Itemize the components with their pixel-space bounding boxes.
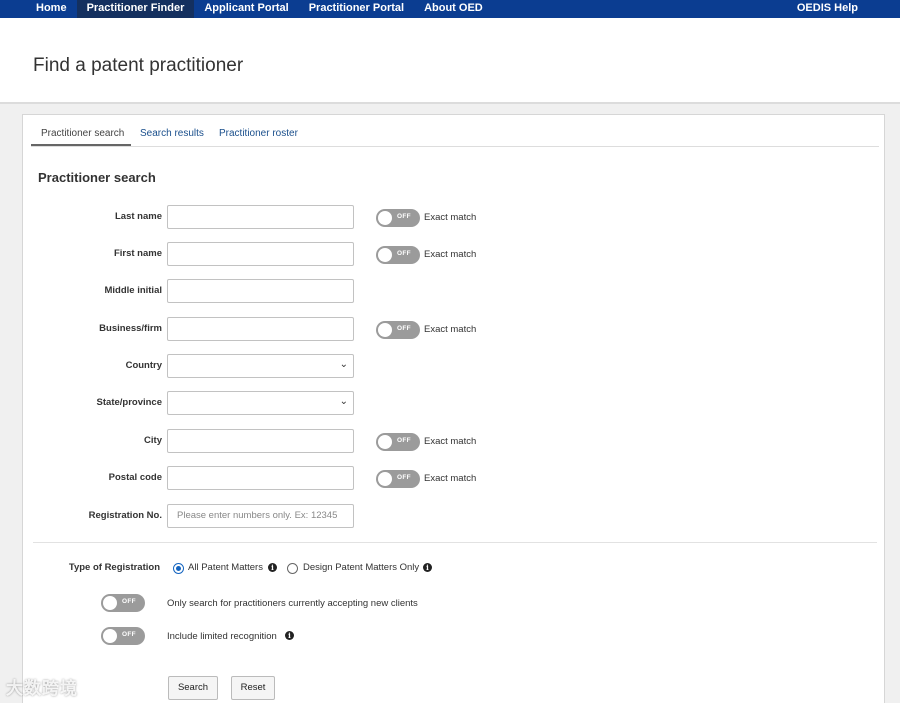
toggle-off-text: OFF [397,213,411,220]
toggle-off-text: OFF [397,325,411,332]
row-state: State/province ⌄ [23,391,883,415]
row-last-name: Last name OFF Exact match [23,205,883,229]
radio-dot [176,566,181,571]
toggle-off-text: OFF [397,437,411,444]
section-title: Practitioner search [38,170,156,185]
tab-practitioner-search[interactable]: Practitioner search [41,128,124,139]
accepting-clients-toggle[interactable]: OFF [101,594,145,612]
postal-exact-toggle[interactable]: OFF [376,470,420,488]
first-name-input[interactable] [167,242,354,266]
row-business: Business/firm OFF Exact match [23,317,883,341]
toggle-off-text: OFF [397,250,411,257]
page-header: Find a patent practitioner [0,18,900,104]
row-middle-initial: Middle initial [23,279,883,303]
city-label: City [144,435,162,446]
info-icon[interactable]: i [268,563,277,572]
info-icon[interactable]: i [423,563,432,572]
state-select[interactable]: ⌄ [167,391,354,415]
tab-bar: Practitioner search Search results Pract… [31,115,879,147]
row-first-name: First name OFF Exact match [23,242,883,266]
limited-recognition-toggle[interactable]: OFF [101,627,145,645]
toggle-knob [103,596,117,610]
business-exact-toggle[interactable]: OFF [376,321,420,339]
registration-input[interactable]: Please enter numbers only. Ex: 12345 [167,504,354,528]
top-nav: Home Practitioner Finder Applicant Porta… [0,0,900,18]
business-exact-label: Exact match [424,324,477,335]
toggle-off-text: OFF [397,474,411,481]
city-exact-toggle[interactable]: OFF [376,433,420,451]
postal-input[interactable] [167,466,354,490]
first-name-exact-label: Exact match [424,249,477,260]
middle-initial-input[interactable] [167,279,354,303]
registration-label: Registration No. [88,510,162,521]
city-exact-label: Exact match [424,436,477,447]
last-name-input[interactable] [167,205,354,229]
last-name-label: Last name [115,211,162,222]
toggle-off-text: OFF [122,598,136,605]
middle-initial-label: Middle initial [104,285,162,296]
toggle-knob [103,629,117,643]
limited-recognition-label: Include limited recognition [167,631,277,642]
nav-home[interactable]: Home [0,0,77,18]
watermark-logo: 大数跨境 [6,679,78,698]
search-button[interactable]: Search [168,676,218,700]
toggle-off-text: OFF [122,631,136,638]
toggle-knob [378,248,392,262]
radio-design-patent-matters[interactable] [287,563,298,574]
state-label: State/province [96,397,162,408]
nav-about-oed[interactable]: About OED [414,0,493,18]
nav-practitioner-portal[interactable]: Practitioner Portal [299,0,414,18]
chevron-down-icon: ⌄ [339,396,348,407]
first-name-exact-toggle[interactable]: OFF [376,246,420,264]
toggle-knob [378,211,392,225]
postal-label: Postal code [108,472,162,483]
business-label: Business/firm [99,323,162,334]
type-of-registration-label: Type of Registration [68,562,160,573]
toggle-knob [378,435,392,449]
search-card: Practitioner search Search results Pract… [22,114,885,703]
nav-oedis-help[interactable]: OEDIS Help [787,0,868,18]
toggle-knob [378,323,392,337]
first-name-label: First name [113,248,162,259]
page-title: Find a patent practitioner [33,55,244,76]
row-city: City OFF Exact match [23,429,883,453]
tab-practitioner-roster[interactable]: Practitioner roster [219,128,298,139]
radio-all-patent-matters[interactable] [173,563,184,574]
business-input[interactable] [167,317,354,341]
active-tab-indicator [31,144,131,146]
row-country: Country ⌄ [23,354,883,378]
reset-button[interactable]: Reset [231,676,275,700]
tab-search-results[interactable]: Search results [140,128,204,139]
toggle-knob [378,472,392,486]
divider [33,542,877,543]
accepting-clients-label: Only search for practitioners currently … [167,598,418,609]
radio-design-patent-matters-label[interactable]: Design Patent Matters Only [303,562,419,573]
chevron-down-icon: ⌄ [339,359,348,370]
last-name-exact-toggle[interactable]: OFF [376,209,420,227]
city-input[interactable] [167,429,354,453]
row-postal: Postal code OFF Exact match [23,466,883,490]
country-label: Country [125,360,162,371]
last-name-exact-label: Exact match [424,212,477,223]
country-select[interactable]: ⌄ [167,354,354,378]
info-icon[interactable]: i [285,631,294,640]
postal-exact-label: Exact match [424,473,477,484]
radio-all-patent-matters-label[interactable]: All Patent Matters [188,562,263,573]
row-registration: Registration No. Please enter numbers on… [23,504,883,528]
nav-practitioner-finder[interactable]: Practitioner Finder [76,0,195,18]
nav-applicant-portal[interactable]: Applicant Portal [194,0,298,18]
